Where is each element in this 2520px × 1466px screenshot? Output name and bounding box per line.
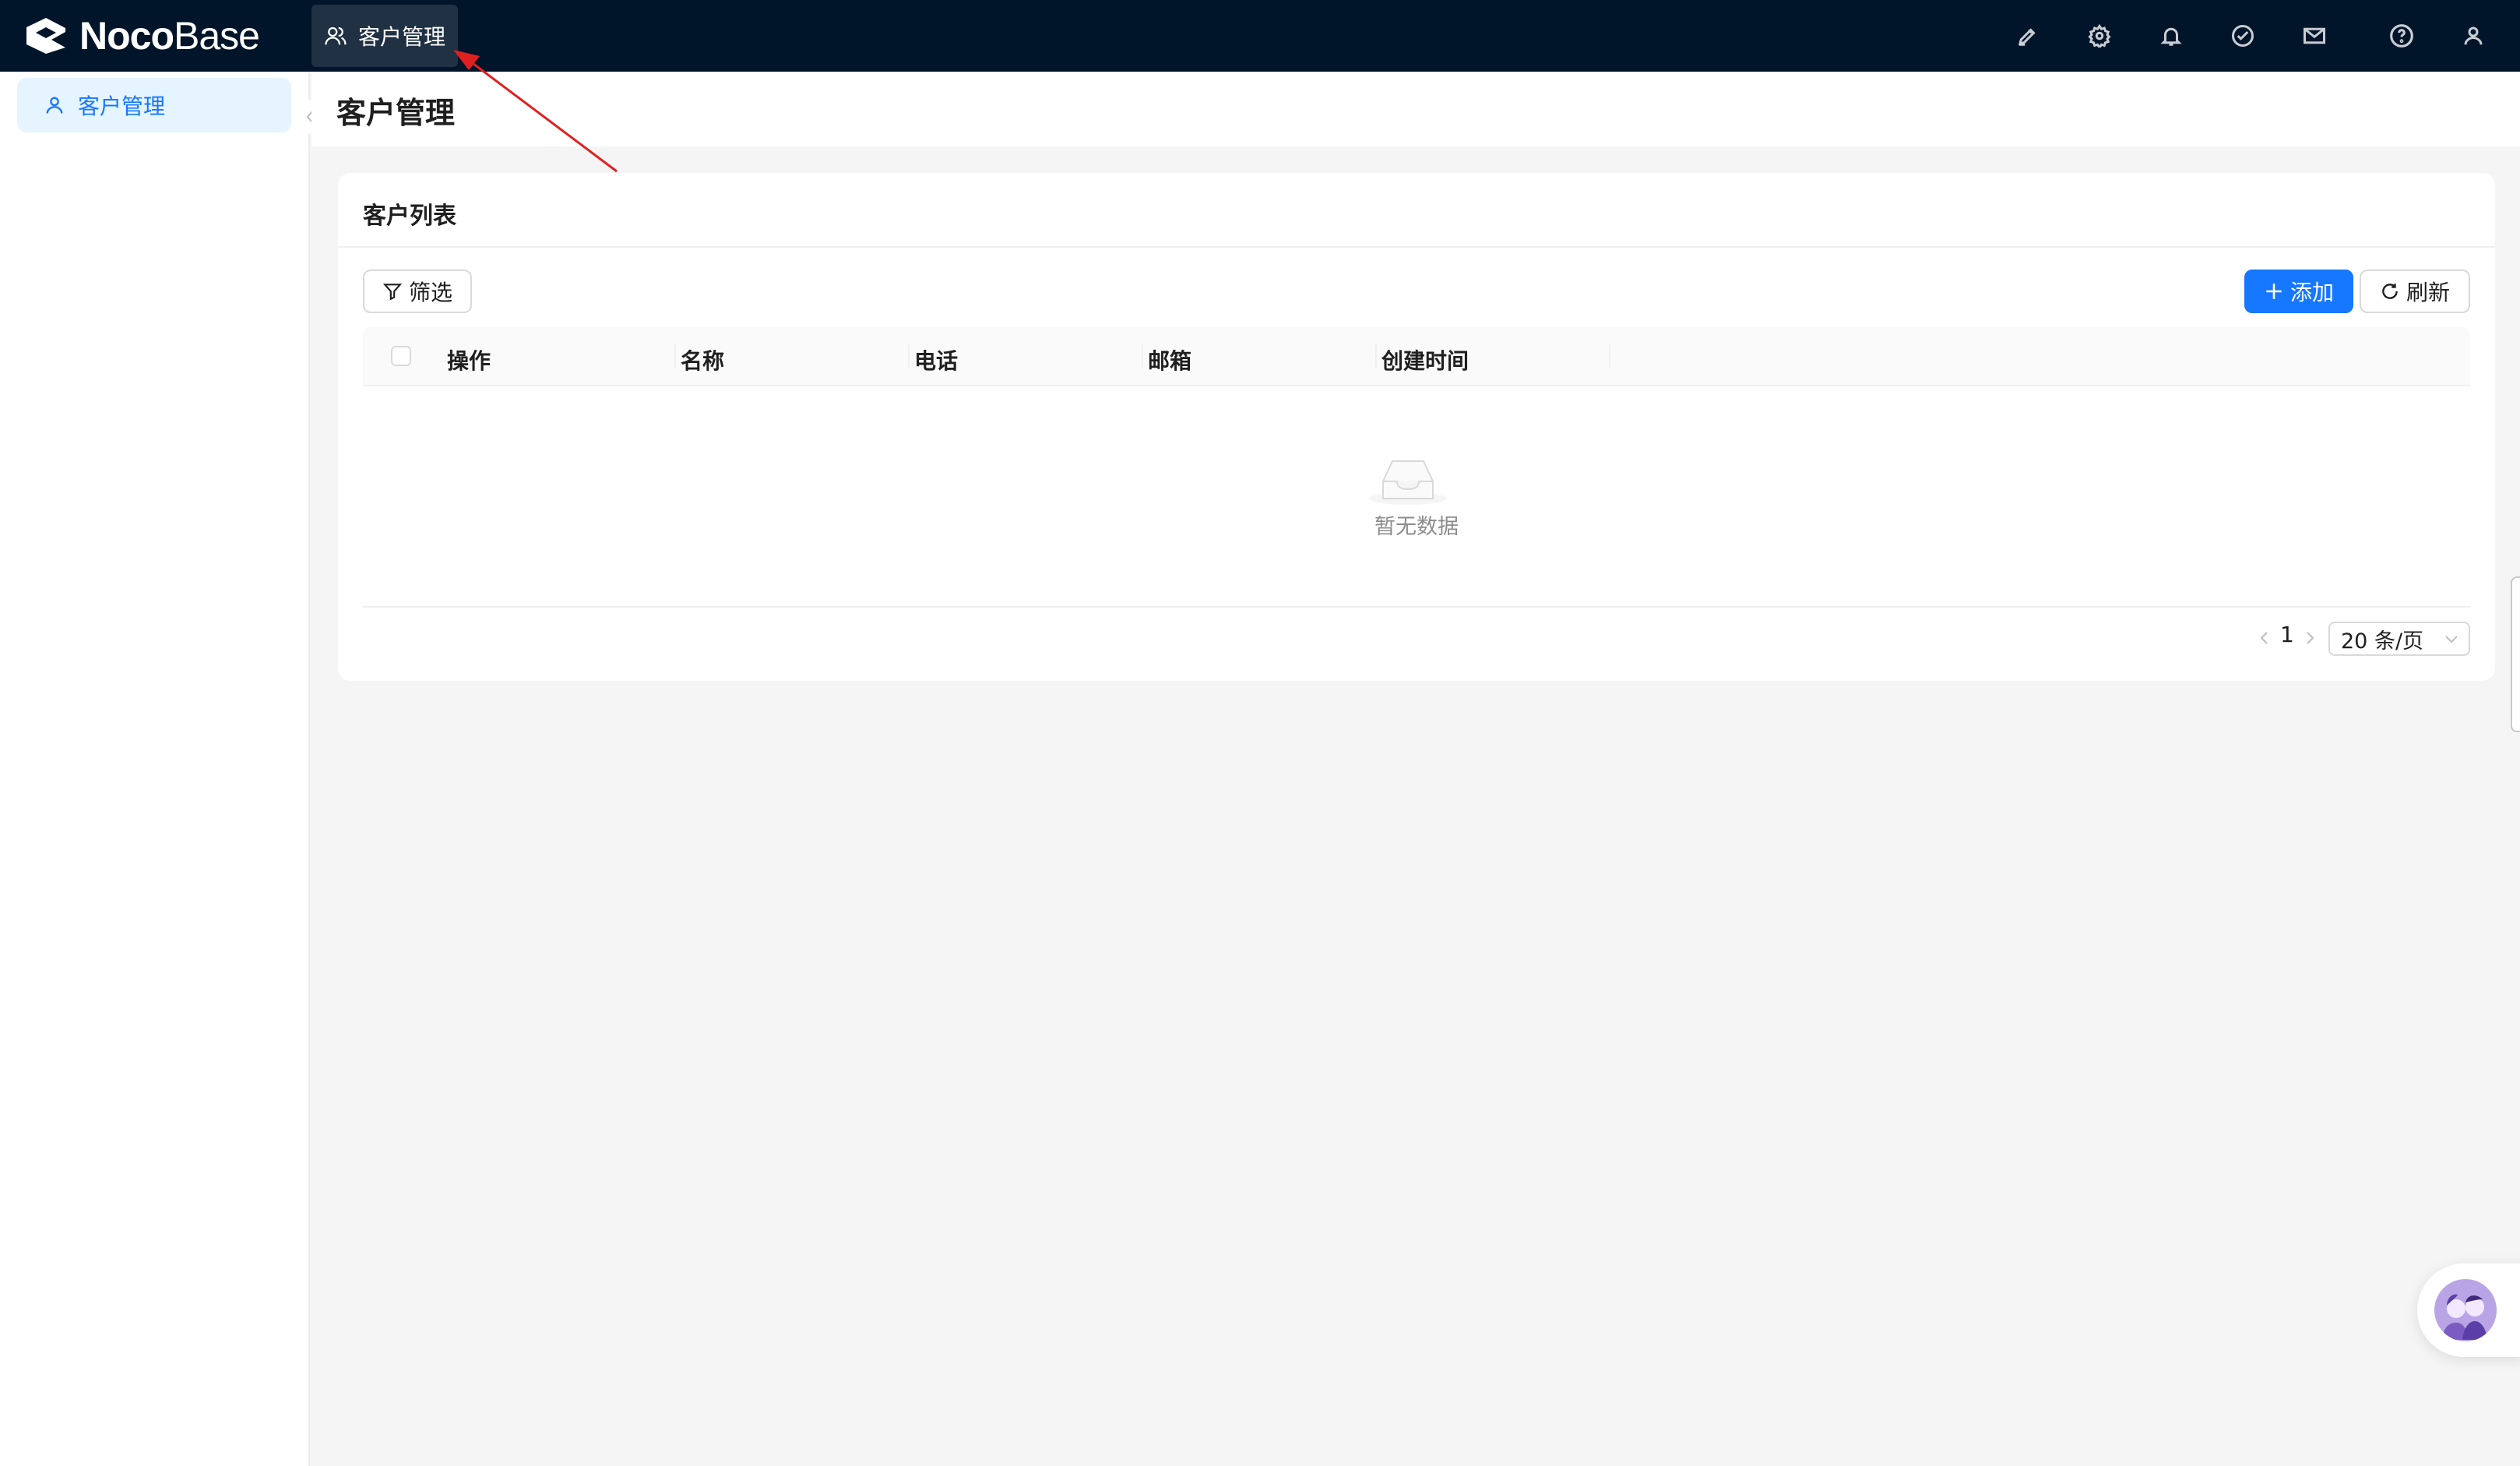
current-page[interactable]: 1 [2280, 622, 2294, 647]
floating-assistant-button[interactable] [2417, 1263, 2520, 1357]
help-icon[interactable] [2386, 20, 2417, 51]
user-profile-icon[interactable] [2458, 20, 2489, 51]
prev-page-icon[interactable] [2255, 622, 2274, 654]
page-size-select[interactable]: 20 条/页 [2328, 622, 2470, 656]
reload-icon [2382, 284, 2398, 299]
column-separator [908, 344, 910, 368]
page-title: 客户管理 [336, 96, 456, 130]
next-page-icon[interactable] [2300, 622, 2319, 654]
top-menu-label: 客户管理 [358, 24, 446, 50]
sidebar-item-customer-management[interactable]: 客户管理 [17, 78, 291, 132]
column-header-email[interactable]: 邮箱 [1148, 344, 1191, 375]
chevron-down-icon [2445, 636, 2458, 643]
theme-editor-icon[interactable] [477, 20, 508, 51]
page-header: 客户管理 [311, 72, 2520, 146]
card-divider [338, 246, 2495, 248]
column-separator [674, 344, 676, 368]
user-group-icon [325, 26, 347, 45]
brand-logo[interactable]: NocoBase [23, 11, 260, 61]
empty-inbox-icon [1369, 460, 1447, 505]
assistant-avatar-icon [2434, 1279, 2497, 1341]
column-header-name[interactable]: 名称 [681, 344, 724, 375]
user-icon [46, 97, 63, 114]
mail-icon[interactable] [2299, 20, 2330, 51]
filter-button[interactable]: 筛选 [363, 270, 472, 313]
card-title: 客户列表 [363, 203, 456, 230]
top-menu-item-customer-management[interactable]: 客户管理 [311, 5, 459, 67]
table-header: 操作 名称 电话 邮箱 创建时间 [363, 327, 2470, 386]
column-separator [1375, 344, 1377, 368]
workflow-todo-icon[interactable] [2227, 20, 2258, 51]
add-button[interactable]: 添加 [2244, 270, 2353, 313]
column-header-phone[interactable]: 电话 [914, 344, 958, 375]
brand-name: NocoBase [79, 14, 260, 58]
notification-bell-icon[interactable] [2156, 20, 2187, 51]
nocobase-logo-icon [26, 18, 65, 54]
empty-text: 暂无数据 [1374, 515, 1459, 539]
refresh-button[interactable]: 刷新 [2360, 270, 2470, 313]
scrollbar-thumb[interactable] [2511, 576, 2520, 732]
settings-icon[interactable] [2084, 20, 2115, 51]
select-all-checkbox[interactable] [391, 346, 411, 366]
table-bottom-border [363, 606, 2470, 608]
theme-editor-icon[interactable] [2012, 20, 2043, 51]
table-empty-state: 暂无数据 [338, 385, 2495, 606]
customer-list-card: 客户列表 筛选 添加 刷新 操作 名称 电话 邮箱 创建时间 暂无数据 1 20… [338, 173, 2495, 681]
column-separator [1609, 344, 1610, 368]
top-navigation-bar: NocoBase 客户管理 [0, 0, 2520, 72]
filter-icon [382, 284, 403, 301]
column-header-created-at[interactable]: 创建时间 [1381, 344, 1469, 375]
plus-icon [2266, 284, 2282, 299]
column-header-actions: 操作 [447, 348, 491, 374]
sidebar-item-label: 客户管理 [78, 93, 166, 119]
column-separator [1142, 344, 1143, 368]
sidebar: 客户管理 [0, 72, 310, 1466]
